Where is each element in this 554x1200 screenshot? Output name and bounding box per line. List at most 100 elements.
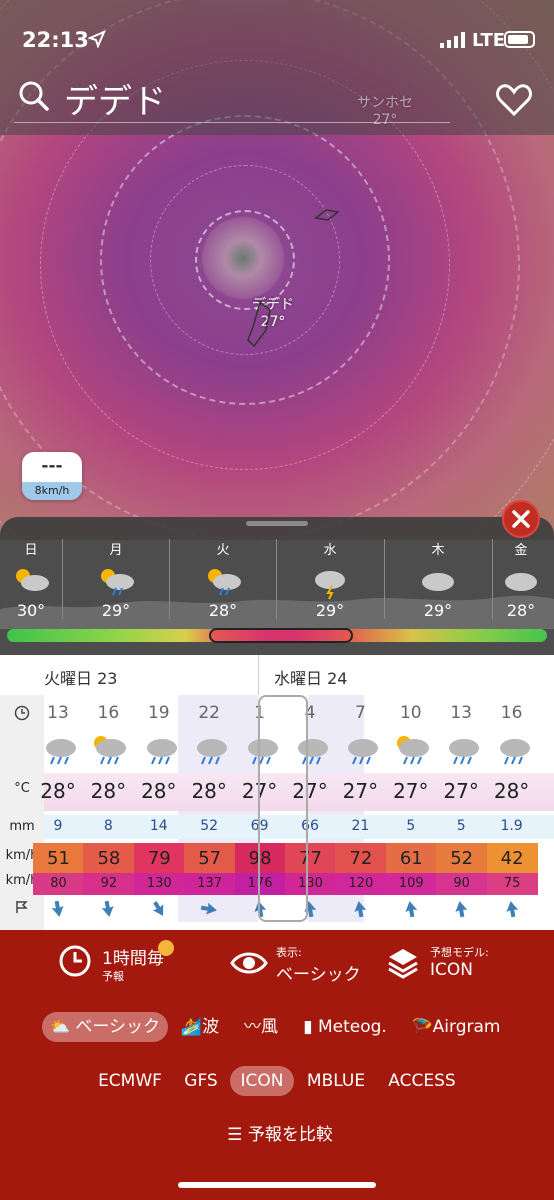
hour-label: 10 xyxy=(399,703,422,723)
wind-arrow-icon xyxy=(134,899,184,919)
close-button[interactable] xyxy=(502,500,540,538)
temp-value: 28° xyxy=(493,779,530,803)
hour-label: 16 xyxy=(97,703,120,723)
day-thu[interactable]: 木 29° xyxy=(385,539,491,620)
wind-gust: 120 xyxy=(335,873,387,895)
wind-gust: 75 xyxy=(486,873,538,895)
wind-arrow-icon xyxy=(487,899,537,919)
day-name: 日 xyxy=(24,543,38,558)
search-underline xyxy=(14,122,450,123)
interval-button[interactable]: 1時間毎 予報 xyxy=(58,940,228,984)
model-label: 予想モデル: xyxy=(430,946,489,959)
search-icon[interactable] xyxy=(18,80,50,112)
temp-value: 28° xyxy=(191,779,227,803)
bar-chart-icon: ▮ xyxy=(303,1017,313,1037)
day-temp: 30° xyxy=(16,601,46,620)
wind-speed: 79 xyxy=(133,843,185,875)
model-mblue[interactable]: MBLUE xyxy=(300,1066,372,1096)
tab-label: Meteog. xyxy=(317,1017,387,1037)
cloud-icon xyxy=(505,573,537,591)
day-sun[interactable]: 日 30° xyxy=(0,539,62,620)
precip-value: 5 xyxy=(406,818,416,834)
hour-label: 7 xyxy=(354,703,366,723)
wind-speed: 72 xyxy=(335,843,387,875)
island-outline xyxy=(314,209,340,221)
hourly-table[interactable]: 火曜日 23 水曜日 24 °C mm km/h km/h 13 28° 9 51 80… xyxy=(0,655,554,930)
model-ecmwf[interactable]: ECMWF xyxy=(90,1066,170,1096)
tab-airgram[interactable]: 🪂Airgram xyxy=(408,1012,504,1042)
precip-value: 52 xyxy=(200,818,219,834)
wind-speed: 58 xyxy=(83,843,135,875)
temp-value: 27° xyxy=(342,779,379,803)
day-mon[interactable]: 月 29° xyxy=(63,539,169,620)
home-indicator xyxy=(178,1182,376,1188)
day-separator xyxy=(258,655,259,695)
interval-title: 1時間毎 xyxy=(102,949,164,969)
hour-label: 16 xyxy=(500,703,523,723)
compare-button[interactable]: ☰ 予報を比較 xyxy=(200,1120,360,1150)
heart-icon[interactable] xyxy=(496,84,532,116)
tab-basic[interactable]: ⛅ ベーシック xyxy=(42,1012,168,1042)
wind-badge[interactable]: --- 8km/h xyxy=(22,452,82,500)
tab-waves[interactable]: 🏄波 xyxy=(176,1012,224,1042)
temp-value: 27° xyxy=(393,779,429,803)
wind-gust: 109 xyxy=(385,873,437,895)
wind-arrow-icon xyxy=(83,899,133,919)
temp-value: 28° xyxy=(40,779,76,803)
precip-value: 8 xyxy=(103,818,113,834)
day-name: 金 xyxy=(514,543,528,558)
day-name: 火 xyxy=(216,543,230,558)
wind-gust: 130 xyxy=(133,873,185,895)
precip-value: 9 xyxy=(53,818,63,834)
wind-badge-value: --- xyxy=(41,456,63,476)
model-icon[interactable]: ICON xyxy=(230,1066,294,1096)
hour-label: 19 xyxy=(147,703,170,723)
model-gfs[interactable]: GFS xyxy=(176,1066,226,1096)
day-strip[interactable]: 日 30° 月 29° 火 28° 水 29° 木 29° 金 28° xyxy=(0,517,554,655)
temp-value: 28° xyxy=(141,779,177,803)
drag-handle[interactable] xyxy=(246,521,308,526)
bottom-panel: 1時間毎 予報 表示: ベーシック 予想モデル: ICON ⛅ ベーシック 🏄波… xyxy=(0,930,554,1200)
wind-arrow-icon xyxy=(33,899,83,919)
wind-icon: 〰 xyxy=(244,1017,261,1037)
tab-meteogram[interactable]: ▮ Meteog. xyxy=(296,1012,394,1042)
display-label: 表示: xyxy=(276,946,302,959)
cloud-sun-icon: ⛅ xyxy=(50,1017,70,1036)
day-label: 水曜日 24 xyxy=(274,669,348,688)
clock: 22:13 xyxy=(22,28,89,52)
precip-value: 1.9 xyxy=(500,818,523,834)
sun-rain-icon xyxy=(208,569,241,596)
day-temp: 28° xyxy=(208,601,238,620)
day-temp: 28° xyxy=(506,601,536,620)
close-icon xyxy=(512,510,530,528)
partly-cloudy-icon xyxy=(16,569,49,591)
day-wed[interactable]: 水 29° xyxy=(277,539,383,620)
rain-cloud-icon xyxy=(335,731,385,771)
selected-range[interactable] xyxy=(209,628,353,643)
model-button[interactable]: 予想モデル: ICON xyxy=(386,942,526,986)
compare-icon: ☰ xyxy=(227,1125,243,1145)
precip-value: 14 xyxy=(149,818,168,834)
wind-arrow-icon xyxy=(184,899,234,919)
day-name: 水 xyxy=(323,543,337,558)
surfer-icon: 🏄 xyxy=(180,1017,203,1037)
selected-hour-box[interactable] xyxy=(258,695,308,922)
day-fri[interactable]: 金 28° xyxy=(493,539,549,620)
wind-speed: 51 xyxy=(33,843,84,875)
rain-cloud-icon xyxy=(33,731,83,771)
wind-speed: 57 xyxy=(184,843,236,875)
interval-sub: 予報 xyxy=(102,970,124,983)
location-title[interactable]: デデド xyxy=(64,74,166,123)
network-label: LTE xyxy=(472,30,506,51)
tab-wind[interactable]: 〰風 xyxy=(238,1012,284,1042)
day-temp: 29° xyxy=(315,601,345,620)
model-access[interactable]: ACCESS xyxy=(380,1066,464,1096)
rain-cloud-icon xyxy=(134,731,184,771)
cloud-icon xyxy=(422,573,454,591)
precip-value: 21 xyxy=(351,818,370,834)
display-button[interactable]: 表示: ベーシック xyxy=(230,942,370,986)
tab-label: ベーシック xyxy=(75,1017,160,1037)
sun-thunder-rain-icon xyxy=(101,569,134,596)
battery-icon xyxy=(504,31,535,48)
day-tue[interactable]: 火 28° xyxy=(170,539,276,620)
